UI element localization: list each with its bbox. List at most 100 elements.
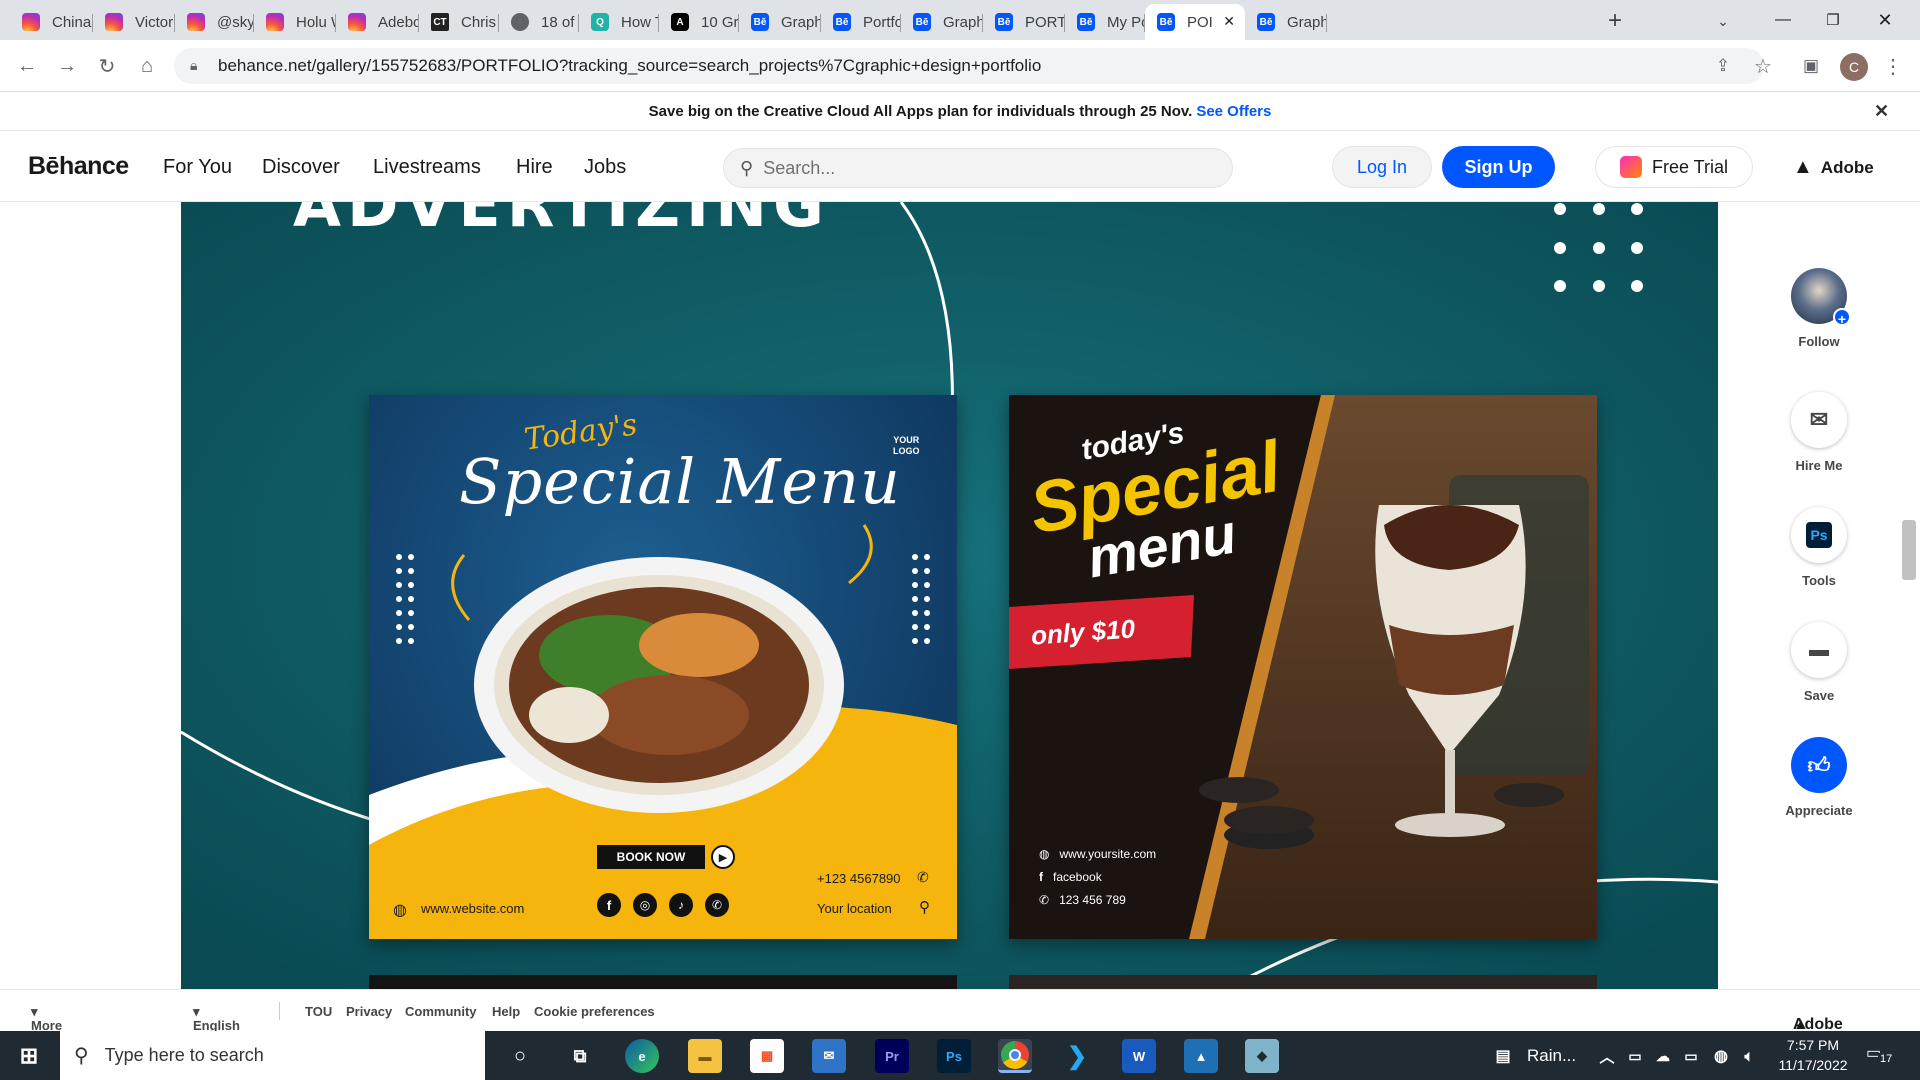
appreciate-item[interactable]: 👍︎ Appreciate (1718, 737, 1920, 818)
nav-hire[interactable]: Hire (516, 156, 553, 179)
project-action-rail: + Follow ✉ Hire Me Ps Tools ▬ Save 👍︎ Ap… (1718, 202, 1920, 989)
behance-icon: Bē (1157, 13, 1175, 31)
page-scrollbar-thumb[interactable] (1902, 520, 1916, 580)
browser-tab[interactable]: Bē POI ✕ (1145, 4, 1245, 40)
tab-title: POI (1187, 13, 1213, 31)
browser-tab[interactable]: @skye (175, 4, 254, 40)
footer-link-tou[interactable]: TOU (305, 1004, 332, 1019)
url-text[interactable]: behance.net/gallery/155752683/PORTFOLIO?… (218, 56, 1041, 76)
file-explorer-icon[interactable]: ▬ (688, 1039, 722, 1073)
vscode-icon[interactable]: ❯ (1060, 1039, 1094, 1073)
login-button[interactable]: Log In (1332, 146, 1432, 188)
browser-tab[interactable]: A 10 Grap (659, 4, 739, 40)
browser-tab[interactable]: Bē PORTFC (983, 4, 1065, 40)
premiere-pro-icon[interactable]: Pr (875, 1039, 909, 1073)
notification-center-icon[interactable]: ▭ 17 (1866, 1043, 1896, 1069)
behance-logo[interactable]: Bēhance (28, 152, 129, 181)
close-banner-icon[interactable]: ✕ (1874, 101, 1889, 122)
maximize-button[interactable]: ❐ (1810, 4, 1856, 36)
free-trial-button[interactable]: Free Trial (1595, 146, 1753, 188)
close-tab-icon[interactable]: ✕ (1223, 13, 1235, 30)
behance-icon: Bē (751, 13, 769, 31)
photoshop-icon: Ps (1806, 522, 1832, 548)
weather-text[interactable]: Rain... (1527, 1046, 1576, 1066)
new-tab-button[interactable]: + (1600, 6, 1630, 36)
microsoft-store-icon[interactable]: ▦ (750, 1039, 784, 1073)
share-icon[interactable]: ⇪ (1710, 53, 1736, 79)
photos-icon[interactable]: ▲ (1184, 1039, 1218, 1073)
browser-tab[interactable]: Bē Graphic (1245, 4, 1327, 40)
signup-button[interactable]: Sign Up (1442, 146, 1555, 188)
cortana-icon[interactable]: ○ (503, 1039, 537, 1073)
globe-icon: ◍ (393, 902, 407, 919)
weather-icon[interactable]: ▤ (1486, 1039, 1520, 1073)
mail-icon[interactable]: ✉ (812, 1039, 846, 1073)
tab-title: Graphic (943, 13, 983, 31)
nav-jobs[interactable]: Jobs (584, 156, 626, 179)
footer-link-help[interactable]: Help (492, 1004, 520, 1019)
side-panel-icon[interactable]: ▣ (1798, 53, 1824, 79)
follow-item[interactable]: + Follow (1718, 268, 1920, 349)
minimize-button[interactable]: — (1760, 4, 1806, 36)
folder-icon[interactable]: ▬ (1791, 622, 1847, 678)
logo-line-2: LOGO (893, 446, 920, 456)
chrome-icon[interactable] (998, 1039, 1032, 1073)
tab-search-icon[interactable]: ⌄ (1708, 6, 1738, 36)
adobe-link[interactable]: ▲ Adobe (1793, 156, 1874, 179)
thumbs-up-icon[interactable]: 👍︎ (1791, 737, 1847, 793)
word-icon[interactable]: W (1122, 1039, 1156, 1073)
tools-item[interactable]: Ps Tools (1718, 507, 1920, 588)
q-icon: Q (591, 13, 609, 31)
reload-button[interactable]: ↻ (94, 53, 120, 79)
follow-plus-icon[interactable]: + (1833, 308, 1851, 327)
creator-avatar[interactable]: + (1791, 268, 1851, 327)
close-window-button[interactable]: ✕ (1862, 4, 1908, 36)
behance-icon: Bē (1257, 13, 1275, 31)
browser-tab[interactable]: Bē My Por (1065, 4, 1145, 40)
browser-tab[interactable]: Bē Portfoli (821, 4, 901, 40)
browser-tab[interactable]: Q How To (579, 4, 659, 40)
browser-tab[interactable]: Victor C (93, 4, 175, 40)
tools-button[interactable]: Ps (1791, 507, 1847, 563)
hire-me-item[interactable]: ✉ Hire Me (1718, 392, 1920, 473)
back-button[interactable]: ← (14, 53, 40, 79)
edge-icon[interactable]: e (625, 1039, 659, 1073)
home-icon[interactable]: ⌂ (134, 53, 160, 79)
battery-icon[interactable]: ▭ (1674, 1039, 1708, 1073)
browser-tab[interactable]: 18 of th (499, 4, 579, 40)
search-input[interactable]: ⚲ Search... (723, 148, 1233, 188)
browser-tab[interactable]: CT Chris Ta (419, 4, 499, 40)
tab-title: My Por (1107, 13, 1145, 31)
footer-link-cookie[interactable]: Cookie preferences (534, 1004, 655, 1019)
browser-tab[interactable]: Bē Graphic (739, 4, 821, 40)
language-select[interactable]: English ▾ (193, 1004, 240, 1033)
more-behance-menu[interactable]: More Behance ▾ (31, 1004, 85, 1048)
nav-livestreams[interactable]: Livestreams (373, 156, 481, 179)
see-offers-link[interactable]: See Offers (1196, 103, 1271, 120)
lock-icon[interactable]: 🔒︎ (190, 57, 197, 74)
envelope-icon[interactable]: ✉ (1791, 392, 1847, 448)
photoshop-icon[interactable]: Ps (937, 1039, 971, 1073)
next-project-image-right (1009, 975, 1597, 989)
browser-tab[interactable]: Adebo (336, 4, 419, 40)
browser-menu-icon[interactable]: ⋮ (1880, 53, 1906, 79)
footer-link-community[interactable]: Community (405, 1004, 477, 1019)
taskbar-search-box[interactable]: ⚲ Type here to search (60, 1031, 485, 1080)
browser-tab[interactable]: Chinaz (10, 4, 93, 40)
nav-for-you[interactable]: For You (163, 156, 232, 179)
footer-link-privacy[interactable]: Privacy (346, 1004, 392, 1019)
url-omnibox[interactable]: 🔒︎ behance.net/gallery/155752683/PORTFOL… (174, 48, 1764, 84)
windows-start-icon[interactable]: ⊞ (12, 1039, 46, 1073)
forward-button[interactable]: → (54, 53, 80, 79)
clock[interactable]: 7:57 PM 11/17/2022 (1772, 1035, 1854, 1075)
notes-app-icon[interactable]: ◆ (1245, 1039, 1279, 1073)
play-arrow-icon: ▶ (711, 845, 735, 869)
nav-discover[interactable]: Discover (262, 156, 340, 179)
browser-tab[interactable]: Bē Graphic (901, 4, 983, 40)
save-item[interactable]: ▬ Save (1718, 622, 1920, 703)
task-view-icon[interactable]: ⧉ (563, 1039, 597, 1073)
bookmark-star-icon[interactable]: ☆ (1750, 53, 1776, 79)
volume-icon[interactable]: 🔈︎ (1732, 1039, 1766, 1073)
profile-avatar[interactable]: C (1840, 53, 1868, 81)
browser-tab[interactable]: Holu W (254, 4, 336, 40)
